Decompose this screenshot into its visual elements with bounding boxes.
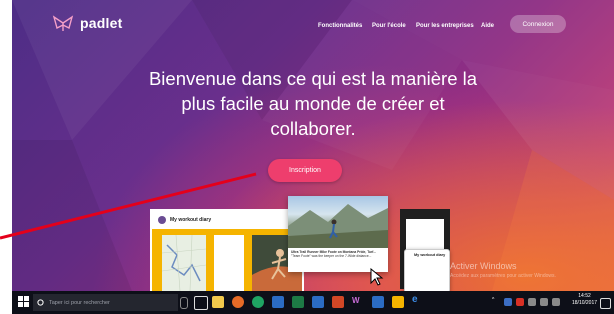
- windows-activation-subtitle: Accédez aux paramètres pour activer Wind…: [450, 273, 556, 279]
- trail-runner-photo: [288, 196, 388, 248]
- padlet-logo-icon: [52, 15, 74, 31]
- featured-post-card[interactable]: Ultra Trail Runner Mike Foote on Montana…: [288, 196, 388, 272]
- hero-line-1: Bienvenue dans ce qui est la manière la: [148, 68, 478, 89]
- preview-column: [214, 235, 244, 291]
- onenote-icon[interactable]: W: [352, 296, 364, 308]
- tray-battery-icon[interactable]: [528, 298, 536, 306]
- tray-volume-icon[interactable]: [552, 298, 560, 306]
- windows-activation-title: Activer Windows: [450, 261, 517, 271]
- nav-business[interactable]: Pour les entreprises: [416, 23, 474, 29]
- padlet-homepage: padlet Fonctionnalités Pour l'école Pour…: [12, 0, 614, 291]
- featured-post-caption: Ultra Trail Runner Mike Foote on Montana…: [288, 248, 388, 260]
- file-explorer-icon[interactable]: [212, 296, 224, 308]
- teams-icon[interactable]: [372, 296, 384, 308]
- chrome-icon[interactable]: [252, 296, 264, 308]
- hero-line-3: collaborer.: [270, 118, 356, 139]
- nav-school[interactable]: Pour l'école: [372, 23, 406, 29]
- preview-board-header: My workout diary: [152, 211, 302, 229]
- map-card: [161, 234, 207, 291]
- task-view-icon[interactable]: [194, 296, 208, 310]
- mountain-photo-icon: [288, 204, 388, 248]
- excel-icon[interactable]: [292, 296, 304, 308]
- paint-icon[interactable]: [392, 296, 404, 308]
- windows-taskbar: Taper ici pour rechercher W e ^ 14:52 18…: [12, 291, 614, 314]
- taskbar-clock[interactable]: 14:52 18/10/2017: [572, 293, 597, 307]
- padlet-logo[interactable]: padlet: [52, 14, 122, 32]
- tray-network-icon[interactable]: [540, 298, 548, 306]
- hero-heading: Bienvenue dans ce qui est la manière la …: [112, 66, 514, 141]
- word-icon[interactable]: [272, 296, 284, 308]
- outlook-icon[interactable]: [312, 296, 324, 308]
- signup-button[interactable]: Inscription: [268, 159, 342, 182]
- nav-features[interactable]: Fonctionnalités: [318, 23, 362, 29]
- tray-chevron-icon[interactable]: ^: [492, 297, 494, 303]
- search-icon: [37, 298, 44, 306]
- taskbar-search-placeholder: Taper ici pour rechercher: [49, 299, 110, 306]
- clock-date: 18/10/2017: [572, 300, 598, 306]
- tray-app-icon[interactable]: [504, 298, 512, 306]
- windows-start-icon[interactable]: [18, 296, 29, 307]
- firefox-icon[interactable]: [232, 296, 244, 308]
- mouse-cursor-icon: [370, 268, 384, 286]
- preview-board-title: My workout diary: [170, 217, 212, 223]
- brand-name: padlet: [80, 15, 123, 31]
- phone-preview-title: My workout diary: [414, 253, 446, 257]
- edge-icon[interactable]: e: [412, 294, 424, 306]
- notification-icon[interactable]: [600, 298, 611, 309]
- powerpoint-icon[interactable]: [332, 296, 344, 308]
- taskbar-search-input[interactable]: Taper ici pour rechercher: [33, 294, 178, 311]
- login-button[interactable]: Connexion: [510, 15, 566, 33]
- phone-preview: My workout diary: [404, 249, 450, 291]
- preview-board: My workout diary: [150, 209, 304, 291]
- hero-line-2: plus facile au monde de créer et: [181, 93, 445, 114]
- clock-time: 14:52: [578, 293, 591, 299]
- tray-security-icon[interactable]: [516, 298, 524, 306]
- map-route-icon: [161, 234, 207, 291]
- microphone-icon[interactable]: [180, 297, 188, 309]
- nav-help[interactable]: Aide: [481, 23, 494, 29]
- board-avatar: [158, 216, 166, 224]
- featured-post-subtitle: "Team Foote" was the keeper on the 7-Wid…: [291, 254, 372, 259]
